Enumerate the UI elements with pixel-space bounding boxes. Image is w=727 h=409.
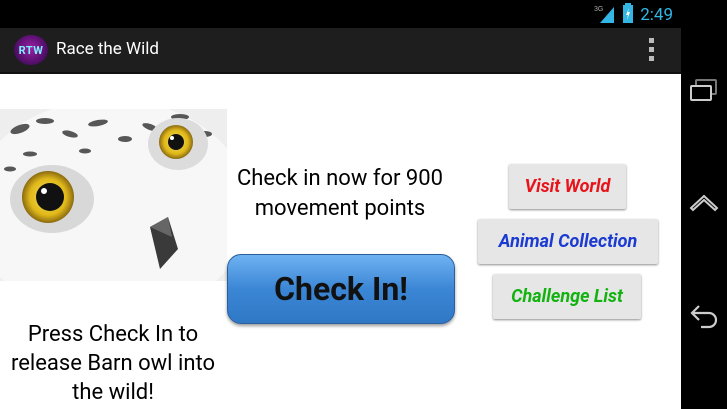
owl-image [0,109,227,281]
animal-collection-label: Animal Collection [498,231,638,252]
checkin-button[interactable]: Check In! [227,254,455,324]
recent-apps-icon[interactable] [689,75,719,105]
status-time: 2:49 [640,5,673,25]
challenge-list-label: Challenge List [511,286,623,307]
back-icon[interactable] [689,300,719,330]
visit-world-button[interactable]: Visit World [509,164,626,209]
signal-icon: 3G [594,3,616,27]
signal-label: 3G [594,6,603,13]
challenge-list-button[interactable]: Challenge List [493,274,641,319]
overflow-menu-icon[interactable] [649,38,655,65]
release-text: Press Check In to release Barn owl into … [10,322,216,405]
main-content: Press Check In to release Barn owl into … [0,74,681,409]
app-logo[interactable]: RTW [14,35,48,65]
checkin-button-label: Check In! [274,270,408,308]
app-title: Race the Wild [56,39,159,59]
animal-collection-button[interactable]: Animal Collection [478,219,658,264]
status-bar: 3G 2:49 [0,0,681,28]
home-icon[interactable] [689,188,719,218]
visit-world-label: Visit World [524,176,611,197]
action-bar: RTW Race the Wild [0,28,681,74]
checkin-prompt: Check in now for 900 movement points [236,166,444,221]
battery-icon [622,3,634,27]
system-nav-bar [681,0,727,409]
app-logo-text: RTW [18,43,44,57]
status-icons: 3G 2:49 [594,3,673,27]
